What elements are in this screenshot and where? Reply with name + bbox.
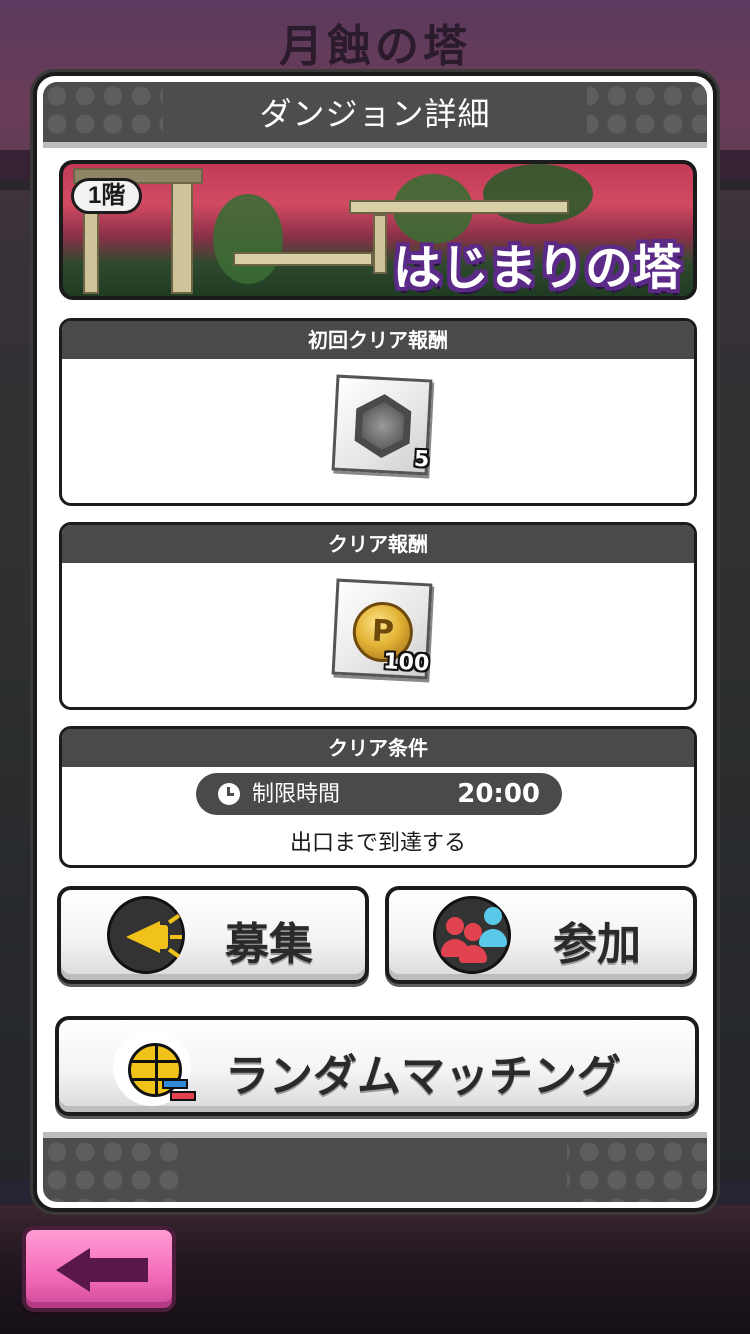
- sync-arrows-icon: [162, 1079, 196, 1103]
- back-button[interactable]: [22, 1226, 176, 1312]
- arrow-head: [56, 1248, 90, 1292]
- background-pillar: [712, 180, 750, 1180]
- person-body-red: [459, 945, 487, 963]
- megaphone-spark: [167, 947, 181, 959]
- megaphone-spark: [167, 913, 181, 925]
- back-arrow-icon: [56, 1248, 150, 1292]
- ruin-platform: [349, 200, 569, 214]
- random-matching-label: ランダムマッチング: [225, 1051, 621, 1102]
- modal-footer: [43, 1138, 707, 1202]
- megaphone-icon: [107, 896, 185, 974]
- modal-footer-band: [183, 1138, 567, 1202]
- first-clear-reward-item[interactable]: 5: [331, 374, 433, 476]
- dungeon-banner: 1階 はじまりの塔: [59, 160, 697, 300]
- coin-letter: P: [370, 613, 395, 650]
- clear-reward-quantity: 100: [382, 649, 430, 677]
- person-head-blue: [484, 907, 502, 925]
- header-divider: [43, 142, 707, 148]
- join-button[interactable]: 参加: [385, 886, 697, 984]
- sync-arrow-blue: [162, 1079, 188, 1089]
- first-clear-reward-panel: 初回クリア報酬 5: [59, 318, 697, 506]
- recruit-button-label: 募集: [225, 919, 313, 970]
- clear-condition-text: 出口まで到達する: [289, 830, 466, 855]
- time-limit-value: 20:00: [457, 779, 540, 809]
- time-limit-label: 制限時間: [252, 781, 341, 806]
- clear-condition-header: クリア条件: [62, 729, 694, 767]
- modal-title: ダンジョン詳細: [259, 96, 491, 132]
- ruin-column: [373, 214, 387, 274]
- first-clear-reward-quantity: 5: [413, 446, 430, 473]
- clear-reward-item[interactable]: P 100: [331, 578, 433, 680]
- floor-badge: 1階: [71, 178, 143, 214]
- arrow-shaft: [86, 1258, 148, 1282]
- group-people-icon: [433, 896, 511, 974]
- dungeon-name: はじまりの塔: [392, 240, 681, 296]
- megaphone-body: [154, 925, 168, 949]
- modal-header: ダンジョン詳細: [43, 82, 707, 142]
- time-limit-pill: 制限時間 20:00: [196, 773, 562, 815]
- random-matching-button[interactable]: ランダムマッチング: [55, 1016, 699, 1116]
- recruit-button[interactable]: 募集: [57, 886, 369, 984]
- ruin-column: [171, 174, 193, 294]
- first-clear-reward-header: 初回クリア報酬: [62, 321, 694, 359]
- clear-reward-panel: クリア報酬 P 100: [59, 522, 697, 710]
- globe-meridian: [155, 1046, 158, 1094]
- person-body-blue: [479, 929, 507, 947]
- foliage: [213, 194, 283, 284]
- foliage: [483, 164, 593, 224]
- ruin-platform: [233, 252, 373, 266]
- clear-reward-header: クリア報酬: [62, 525, 694, 563]
- join-button-label: 参加: [553, 919, 641, 970]
- sync-arrow-red: [170, 1091, 196, 1101]
- globe-sync-icon: [113, 1028, 196, 1106]
- background-title: 月蝕の塔: [279, 21, 471, 72]
- clock-icon: [218, 783, 240, 805]
- dungeon-detail-modal: ダンジョン詳細 1階 はじまりの塔 初回クリア報酬 5 クリア報酬 P 100: [33, 72, 717, 1212]
- clear-condition-panel: クリア条件 制限時間 20:00 出口まで到達する: [59, 726, 697, 868]
- person-head-red: [446, 917, 464, 935]
- megaphone-spark: [170, 935, 182, 939]
